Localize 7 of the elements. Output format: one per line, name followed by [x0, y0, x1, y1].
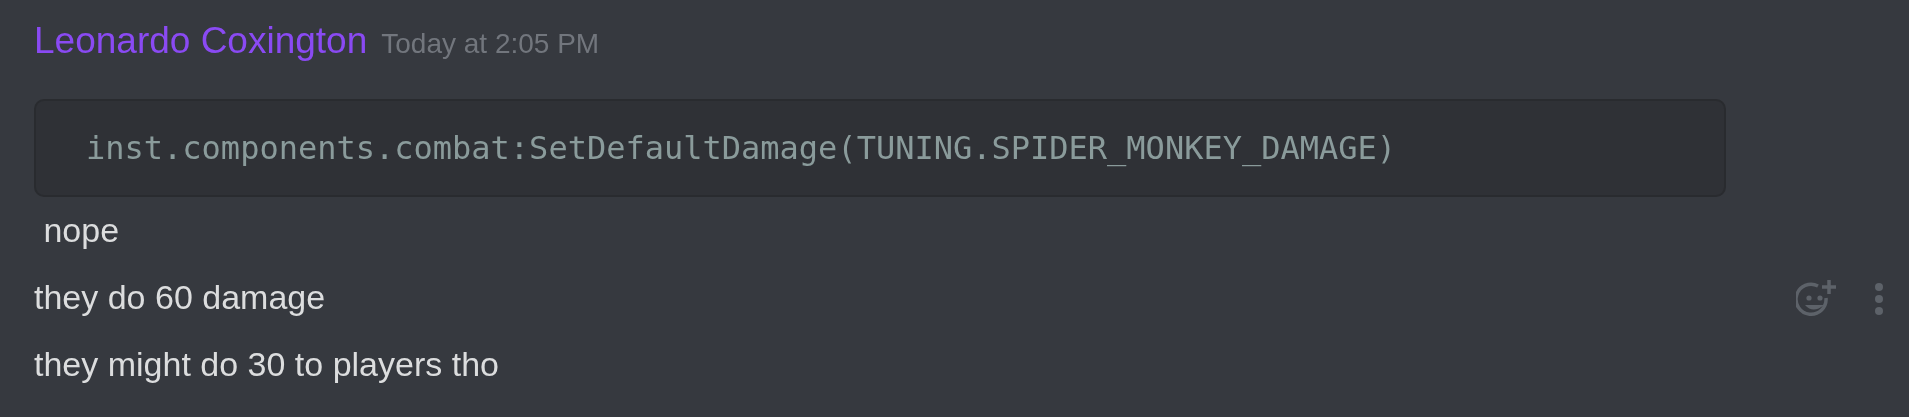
author-name[interactable]: Leonardo Coxington: [34, 20, 368, 62]
more-options-icon[interactable]: [1874, 282, 1884, 316]
message-text: nope: [42, 211, 120, 250]
timestamp: Today at 2:05 PM: [381, 28, 600, 60]
message-text: they might do 30 to players tho: [34, 345, 499, 384]
code-text: inst.components.combat:SetDefaultDamage(TUNING.SPIDER_MONKEY_DAMAGE): [86, 129, 1397, 167]
message-text: they do 60 damage: [34, 278, 326, 317]
